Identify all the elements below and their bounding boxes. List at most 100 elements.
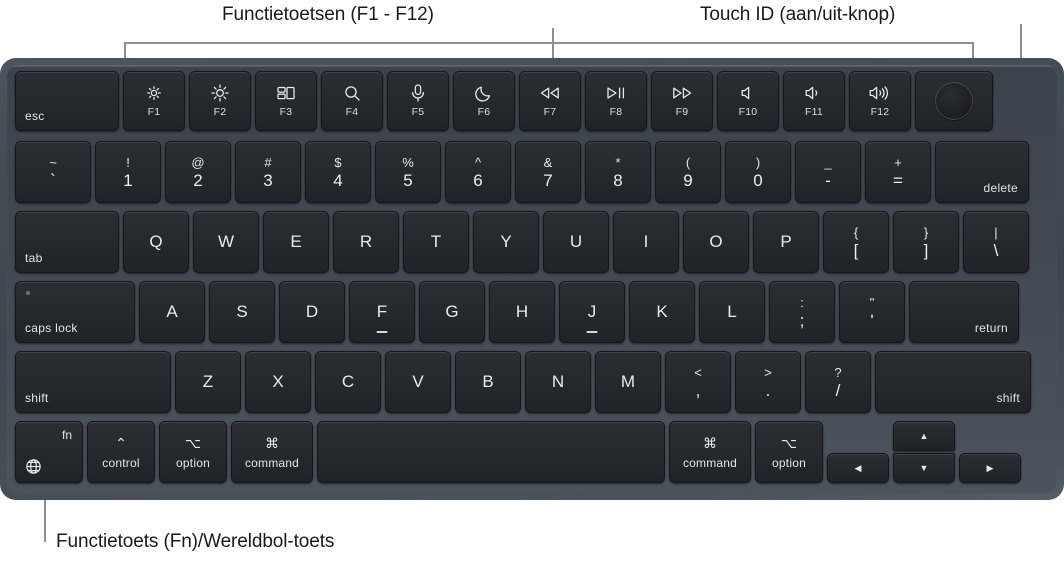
key-base-glyph: 3	[263, 170, 273, 190]
key-shift-right[interactable]: shift	[875, 351, 1031, 413]
key-f11[interactable]: F11	[783, 71, 845, 131]
touch-id-icon[interactable]	[935, 82, 973, 120]
key-period[interactable]: >.	[735, 351, 801, 413]
key-h[interactable]: H	[489, 281, 555, 343]
arrow-right-key[interactable]: ▶	[959, 453, 1021, 483]
key-e[interactable]: E	[263, 211, 329, 273]
key-tab[interactable]: tab	[15, 211, 119, 273]
key-r[interactable]: R	[333, 211, 399, 273]
key-command-right[interactable]: ⌘ command	[669, 421, 751, 483]
key-t[interactable]: T	[403, 211, 469, 273]
key-p[interactable]: P	[753, 211, 819, 273]
key-u[interactable]: U	[543, 211, 609, 273]
key-9[interactable]: (9	[655, 141, 721, 203]
rewind-icon	[538, 84, 562, 102]
function-key-label: F7	[543, 106, 557, 118]
key-semicolon[interactable]: :;	[769, 281, 835, 343]
key-2[interactable]: @2	[165, 141, 231, 203]
key-f10[interactable]: F10	[717, 71, 779, 131]
key-slash[interactable]: ? /	[805, 351, 871, 413]
modifier-symbol: ⌥	[184, 434, 202, 451]
key-base-glyph: =	[893, 170, 903, 190]
key-7[interactable]: & 7	[515, 141, 581, 203]
key-shift-glyph: {	[853, 224, 859, 240]
key-bracket-left[interactable]: {[	[823, 211, 889, 273]
key-base-glyph: '	[870, 310, 874, 330]
key-letter: D	[305, 302, 319, 321]
key-letter: K	[656, 302, 668, 321]
key-base-glyph: 2	[193, 170, 203, 190]
key-option-left[interactable]: ⌥ option	[159, 421, 227, 483]
key-1[interactable]: ! 1	[95, 141, 161, 203]
key-f7[interactable]: F7	[519, 71, 581, 131]
key-letter: U	[569, 232, 583, 251]
key-grave[interactable]: ~ `	[15, 141, 91, 203]
key-b[interactable]: B	[455, 351, 521, 413]
key-f5[interactable]: F5	[387, 71, 449, 131]
key-0[interactable]: ) 0	[725, 141, 791, 203]
arrow-up-key[interactable]: ▲	[893, 421, 955, 451]
key-letter: R	[359, 232, 373, 251]
key-letter: Z	[202, 372, 214, 391]
key-f4[interactable]: F4	[321, 71, 383, 131]
key-bracket-right[interactable]: }]	[893, 211, 959, 273]
key-shift-glyph: :	[800, 294, 804, 310]
key-space[interactable]	[317, 421, 665, 483]
key-option-right[interactable]: ⌥ option	[755, 421, 823, 483]
key-caps-lock[interactable]: caps lock	[15, 281, 135, 343]
key-k[interactable]: K	[629, 281, 695, 343]
key-fn[interactable]: fn	[15, 421, 83, 483]
key-4[interactable]: $4	[305, 141, 371, 203]
arrow-left-key[interactable]: ◀	[827, 453, 889, 483]
key-letter: Q	[149, 232, 163, 251]
key-base-glyph: -	[825, 170, 831, 190]
key-f[interactable]: F	[349, 281, 415, 343]
key-q[interactable]: Q	[123, 211, 189, 273]
key-f2[interactable]: F2	[189, 71, 251, 131]
key-a[interactable]: A	[139, 281, 205, 343]
dictation-mic-icon	[409, 84, 427, 102]
key-5[interactable]: % 5	[375, 141, 441, 203]
key-w[interactable]: W	[193, 211, 259, 273]
key-quote[interactable]: " '	[839, 281, 905, 343]
key-8[interactable]: * 8	[585, 141, 651, 203]
key-6[interactable]: ^ 6	[445, 141, 511, 203]
key-z[interactable]: Z	[175, 351, 241, 413]
function-key-label: F9	[675, 106, 689, 118]
key-g[interactable]: G	[419, 281, 485, 343]
key-f8[interactable]: F8	[585, 71, 647, 131]
key-m[interactable]: M	[595, 351, 661, 413]
key-f9[interactable]: F9	[651, 71, 713, 131]
keyboard-row-function: esc F1 F2 F3 F4 F5 F6 F7 F8 F9 F10 F11 F12	[15, 71, 997, 131]
key-control-left[interactable]: ⌃ control	[87, 421, 155, 483]
key-i[interactable]: I	[613, 211, 679, 273]
key-s[interactable]: S	[209, 281, 275, 343]
key-command-left[interactable]: ⌘ command	[231, 421, 313, 483]
key-return[interactable]: return	[909, 281, 1019, 343]
key-shift-left[interactable]: shift	[15, 351, 171, 413]
arrow-down-key[interactable]: ▼	[893, 453, 955, 483]
key-backslash[interactable]: | \	[963, 211, 1029, 273]
key-equal[interactable]: + =	[865, 141, 931, 203]
key-v[interactable]: V	[385, 351, 451, 413]
key-f12[interactable]: F12	[849, 71, 911, 131]
modifier-symbol: ⌘	[265, 434, 279, 451]
key-y[interactable]: Y	[473, 211, 539, 273]
key-n[interactable]: N	[525, 351, 591, 413]
key-esc[interactable]: esc	[15, 71, 119, 131]
key-x[interactable]: X	[245, 351, 311, 413]
key-c[interactable]: C	[315, 351, 381, 413]
key-j[interactable]: J	[559, 281, 625, 343]
key-touch-id[interactable]	[915, 71, 993, 131]
key-f6[interactable]: F6	[453, 71, 515, 131]
key-comma[interactable]: <,	[665, 351, 731, 413]
key-o[interactable]: O	[683, 211, 749, 273]
key-f3[interactable]: F3	[255, 71, 317, 131]
key-f1[interactable]: F1	[123, 71, 185, 131]
key-base-glyph: `	[50, 170, 56, 190]
key-3[interactable]: #3	[235, 141, 301, 203]
key-minus[interactable]: _ -	[795, 141, 861, 203]
key-l[interactable]: L	[699, 281, 765, 343]
key-d[interactable]: D	[279, 281, 345, 343]
key-delete[interactable]: delete	[935, 141, 1029, 203]
